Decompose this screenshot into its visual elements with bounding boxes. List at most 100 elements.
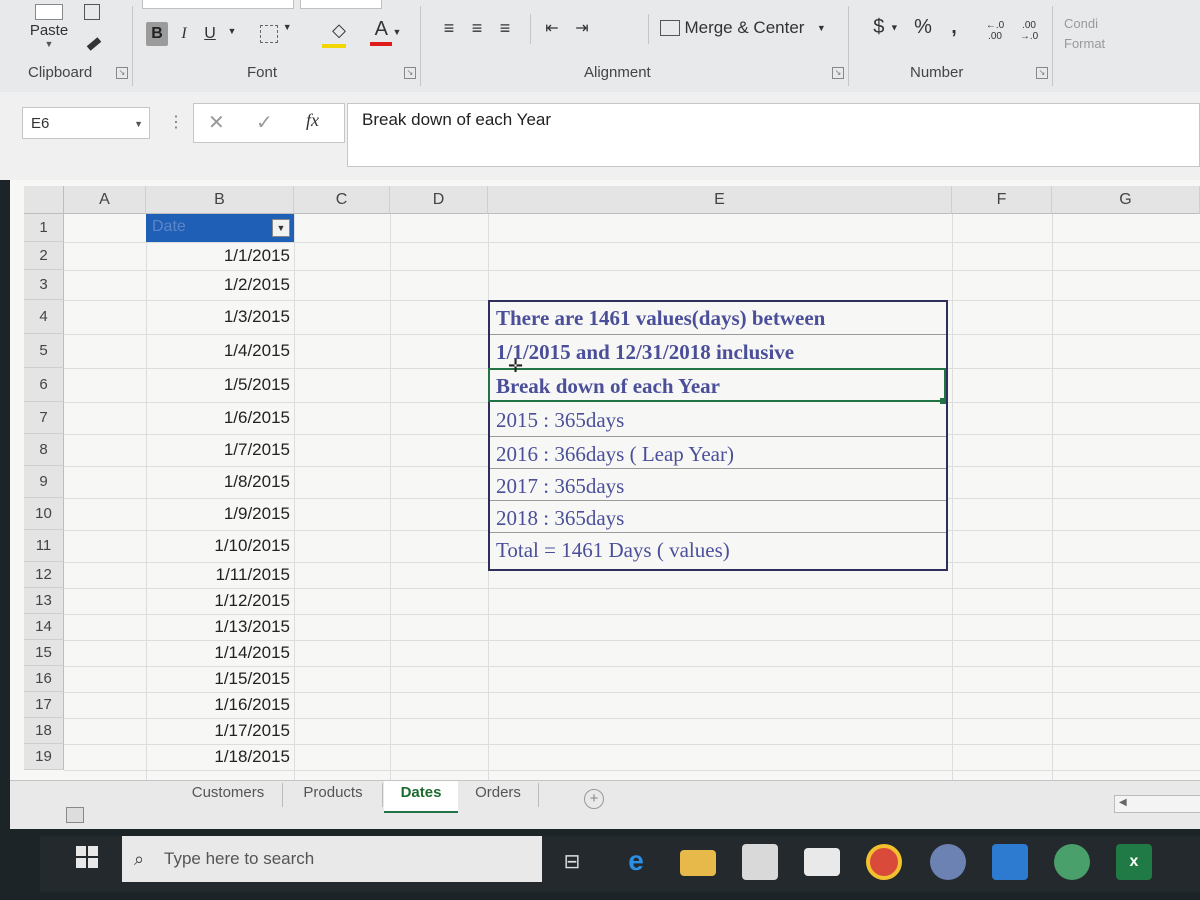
decrease-indent-button[interactable]: ⇤ [540,18,564,42]
date-cell[interactable]: 1/13/2015 [146,614,294,640]
visual-studio-code-icon[interactable] [992,844,1028,880]
date-cell[interactable]: 1/14/2015 [146,640,294,666]
format-painter-button[interactable] [82,34,106,54]
filter-dropdown-icon[interactable]: ▼ [272,219,290,237]
column-header-a[interactable]: A [64,186,146,214]
tab-customers[interactable]: Customers [178,781,278,811]
column-header-f[interactable]: F [952,186,1052,214]
row-header[interactable]: 6 [24,368,64,402]
row-header[interactable]: 17 [24,692,64,718]
row-header[interactable]: 13 [24,588,64,614]
column-header-b[interactable]: B [146,186,294,214]
font-size-dropdown[interactable] [300,0,382,9]
decrease-decimal-button[interactable]: .00 →.0 [1014,20,1044,44]
date-cell[interactable]: 1/12/2015 [146,588,294,614]
date-cell[interactable]: 1/8/2015 [146,466,294,498]
column-header-e[interactable]: E [488,186,952,214]
underline-button[interactable]: U [200,22,220,46]
row-header[interactable]: 19 [24,744,64,770]
date-cell[interactable]: 1/3/2015 [146,300,294,334]
select-all-button[interactable] [24,186,64,214]
summary-text-box[interactable]: There are 1461 values(days) between 1/1/… [488,300,948,571]
row-header[interactable]: 12 [24,562,64,588]
formula-input[interactable]: Break down of each Year [347,103,1200,167]
cancel-icon[interactable]: ✕ [208,110,225,135]
row-header[interactable]: 8 [24,434,64,466]
date-cell[interactable]: 1/2/2015 [146,270,294,300]
date-cell[interactable]: 1/4/2015 [146,334,294,368]
tab-products[interactable]: Products [288,781,378,811]
dialog-launcher-icon[interactable]: ↘ [404,67,416,79]
column-header-d[interactable]: D [390,186,488,214]
sheet-options-icon[interactable] [66,807,84,823]
align-right-button[interactable]: ≡ [494,18,516,42]
currency-button[interactable]: $ ▼ [864,16,908,44]
date-cell[interactable]: 1/17/2015 [146,718,294,744]
row-header[interactable]: 11 [24,530,64,562]
dialog-launcher-icon[interactable]: ↘ [1036,67,1048,79]
row-header[interactable]: 16 [24,666,64,692]
mail-icon[interactable] [804,848,840,876]
increase-indent-button[interactable]: ⇥ [570,18,594,42]
row-header[interactable]: 18 [24,718,64,744]
date-cell[interactable]: 1/10/2015 [146,530,294,562]
bold-button[interactable]: B [146,22,168,46]
copy-button[interactable] [80,4,104,24]
percent-button[interactable]: % [910,16,936,44]
scroll-left-icon[interactable]: ◀ [1119,797,1127,808]
date-cell[interactable]: 1/7/2015 [146,434,294,466]
row-header[interactable]: 2 [24,242,64,270]
tab-orders[interactable]: Orders [462,781,534,811]
font-color-button[interactable]: A ▼ [366,18,410,48]
taskbar-search-box[interactable]: ⌕ Type here to search [122,836,542,882]
date-cell[interactable]: 1/9/2015 [146,498,294,530]
app-r-icon[interactable] [930,844,966,880]
insert-function-icon[interactable]: fx [306,110,319,131]
font-name-dropdown[interactable] [142,0,294,9]
row-header[interactable]: 9 [24,466,64,498]
comma-style-button[interactable]: , [944,16,964,44]
dialog-launcher-icon[interactable]: ↘ [116,67,128,79]
file-explorer-icon[interactable] [680,850,716,876]
date-cell[interactable]: 1/15/2015 [146,666,294,692]
paste-button[interactable]: Paste ▼ [14,4,84,60]
row-header[interactable]: 1 [24,214,64,242]
excel-icon[interactable]: x [1116,844,1152,880]
row-header[interactable]: 15 [24,640,64,666]
row-header[interactable]: 10 [24,498,64,530]
app-icon[interactable] [1054,844,1090,880]
date-cell[interactable]: 1/16/2015 [146,692,294,718]
table-header-cell[interactable]: Date ▼ [146,214,294,242]
conditional-formatting-button[interactable]: Condi Format [1064,14,1124,64]
row-header[interactable]: 5 [24,334,64,368]
column-header-g[interactable]: G [1052,186,1200,214]
tab-dates[interactable]: Dates [384,781,458,813]
more-options-icon[interactable]: ⋮ [168,112,184,132]
task-view-icon[interactable]: ⊟ [554,844,590,880]
date-cell[interactable]: 1/1/2015 [146,242,294,270]
date-cell[interactable]: 1/5/2015 [146,368,294,402]
edge-browser-icon[interactable]: e [618,844,654,880]
fill-handle[interactable] [940,398,946,404]
enter-icon[interactable]: ✓ [256,110,273,135]
name-box[interactable]: E6 ▼ [22,107,150,139]
chrome-icon[interactable] [866,844,902,880]
row-header[interactable]: 3 [24,270,64,300]
date-cell[interactable]: 1/11/2015 [146,562,294,588]
row-header[interactable]: 14 [24,614,64,640]
date-cell[interactable]: 1/18/2015 [146,744,294,770]
borders-button[interactable]: ▼ [256,22,296,46]
worksheet-grid[interactable]: A B C D E F G 1 2 3 4 5 6 7 8 9 10 11 12… [10,180,1200,780]
horizontal-scrollbar[interactable]: ◀ [1114,795,1200,813]
new-sheet-button[interactable]: + [584,789,604,809]
chevron-down-icon[interactable]: ▼ [226,26,238,36]
row-header[interactable]: 4 [24,300,64,334]
italic-button[interactable]: I [174,22,194,46]
store-icon[interactable] [742,844,778,880]
align-left-button[interactable]: ≡ [438,18,460,42]
align-center-button[interactable]: ≡ [466,18,488,42]
date-cell[interactable]: 1/6/2015 [146,402,294,434]
merge-center-button[interactable]: Merge & Center ▼ [660,18,836,44]
increase-decimal-button[interactable]: ←.0 .00 [980,20,1010,44]
fill-color-button[interactable]: ◇ [318,20,360,48]
